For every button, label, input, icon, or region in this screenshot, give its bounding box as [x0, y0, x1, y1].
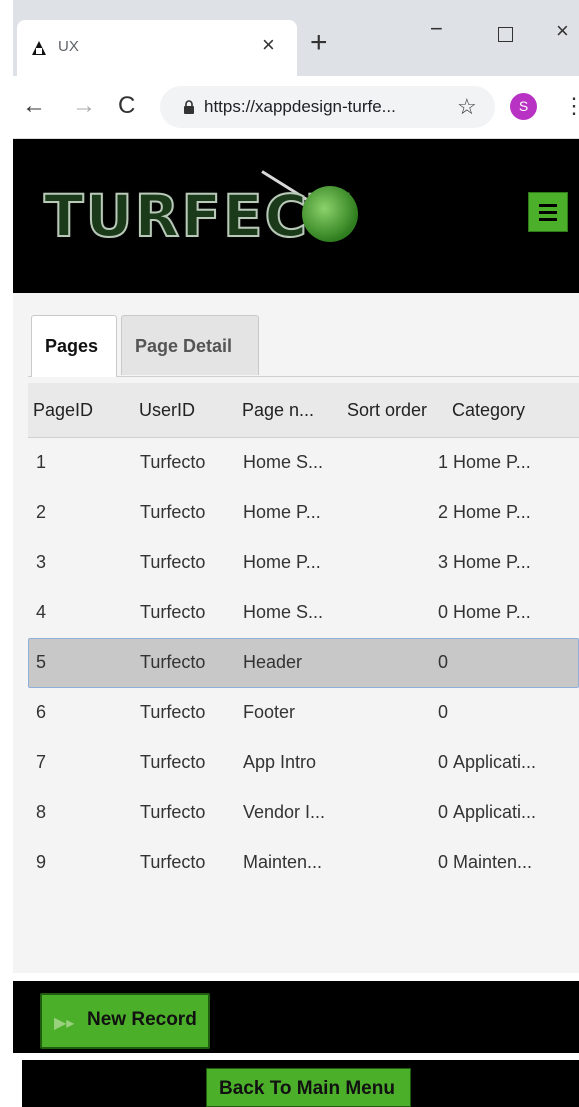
cell-userid: Turfecto — [140, 652, 206, 672]
new-tab-button[interactable]: + — [310, 28, 328, 58]
cell-sort-order: 1 — [438, 452, 449, 472]
browser-tab-title: UX — [58, 38, 79, 55]
window-minimize-button[interactable]: − — [430, 16, 443, 42]
cell-sort-order: 0 — [438, 852, 449, 872]
cell-page-name: Header — [243, 652, 303, 672]
cell-category: Mainten... — [453, 852, 533, 872]
cell-pageid: 9 — [36, 852, 47, 872]
add-record-icon: ▶▸ — [54, 1015, 75, 1032]
cell-pageid: 1 — [36, 452, 47, 472]
cell-page-name: Home P... — [243, 502, 321, 522]
table-row[interactable]: 3 Turfecto Home P... 3 Home P... — [28, 538, 579, 588]
column-header-sort-order[interactable]: Sort order — [347, 400, 427, 421]
table-row[interactable]: 6 Turfecto Footer 0 — [28, 688, 579, 738]
table-row[interactable]: 1 Turfecto Home S... 1 Home P... — [28, 438, 579, 488]
cell-page-name: Mainten... — [243, 852, 323, 872]
column-header-userid[interactable]: UserID — [139, 400, 195, 421]
cell-userid: Turfecto — [140, 802, 206, 822]
tab-page-detail[interactable]: Page Detail — [121, 315, 259, 375]
cell-sort-order: 0 — [438, 652, 449, 672]
cell-userid: Turfecto — [140, 452, 206, 472]
reload-icon[interactable]: C — [118, 92, 135, 120]
cell-sort-order: 3 — [438, 552, 449, 572]
forward-arrow-icon[interactable]: → — [72, 92, 96, 120]
column-header-pageid[interactable]: PageID — [33, 400, 93, 421]
column-header-category[interactable]: Category — [452, 400, 525, 421]
hamburger-icon — [539, 211, 557, 214]
back-to-main-menu-label: Back To Main Menu — [219, 1078, 395, 1099]
cell-page-name: Home P... — [243, 552, 321, 572]
new-record-button[interactable]: ▶▸ New Record — [40, 993, 210, 1049]
cell-sort-order: 2 — [438, 502, 449, 522]
cell-category: Home P... — [453, 502, 531, 522]
table-row[interactable]: 2 Turfecto Home P... 2 Home P... — [28, 488, 579, 538]
new-record-label: New Record — [87, 1009, 197, 1030]
cell-category: Applicati... — [453, 802, 537, 822]
cell-page-name: Home S... — [243, 602, 324, 622]
cell-pageid: 5 — [36, 652, 47, 672]
cell-userid: Turfecto — [140, 852, 206, 872]
column-header-page-name[interactable]: Page n... — [242, 400, 314, 421]
table-row[interactable]: 8 Turfecto Vendor I... 0 Applicati... — [28, 788, 579, 838]
table-row[interactable]: 7 Turfecto App Intro 0 Applicati... — [28, 738, 579, 788]
browser-menu-icon[interactable]: ⋮ — [563, 93, 579, 119]
cell-userid: Turfecto — [140, 752, 206, 772]
cell-pageid: 8 — [36, 802, 47, 822]
cell-pageid: 4 — [36, 602, 47, 622]
window-maximize-button[interactable] — [498, 27, 513, 42]
cell-sort-order: 0 — [438, 602, 449, 622]
cell-userid: Turfecto — [140, 552, 206, 572]
lock-icon — [184, 100, 194, 114]
cell-category: Applicati... — [453, 752, 537, 772]
logo-turf-ball-icon — [302, 186, 358, 242]
table-row-selected[interactable]: 5 Turfecto Header 0 — [28, 638, 579, 688]
cell-page-name: Vendor I... — [243, 802, 326, 822]
cell-sort-order: 0 — [438, 802, 449, 822]
back-to-main-menu-button[interactable]: Back To Main Menu — [206, 1068, 411, 1107]
cell-pageid: 6 — [36, 702, 47, 722]
cell-category: Home P... — [453, 552, 531, 572]
cell-category: Home P... — [453, 452, 531, 472]
window-close-button[interactable]: × — [556, 18, 569, 44]
cell-pageid: 2 — [36, 502, 47, 522]
tab-close-icon[interactable]: × — [262, 34, 275, 56]
url-text[interactable]: https://xappdesign-turfe... — [204, 97, 396, 117]
cell-sort-order: 0 — [438, 752, 449, 772]
cell-page-name: App Intro — [243, 752, 317, 772]
hamburger-icon — [539, 218, 557, 221]
hamburger-icon — [539, 204, 557, 207]
cell-category: Home P... — [453, 602, 531, 622]
cell-pageid: 7 — [36, 752, 47, 772]
cell-pageid: 3 — [36, 552, 47, 572]
profile-avatar[interactable]: S — [510, 93, 537, 120]
tab-pages-label: Pages — [45, 336, 99, 356]
back-arrow-icon[interactable]: ← — [22, 92, 46, 120]
tab-page-detail-label: Page Detail — [135, 336, 233, 356]
cell-page-name: Footer — [243, 702, 296, 722]
tab-pages[interactable]: Pages — [31, 315, 117, 377]
bookmark-star-icon[interactable]: ☆ — [457, 94, 477, 120]
cell-userid: Turfecto — [140, 602, 206, 622]
cell-page-name: Home S... — [243, 452, 324, 472]
cell-userid: Turfecto — [140, 502, 206, 522]
table-row[interactable]: 9 Turfecto Mainten... 0 Mainten... — [28, 838, 579, 888]
hamburger-menu-button[interactable] — [528, 192, 568, 232]
cell-userid: Turfecto — [140, 702, 206, 722]
app-favicon-icon — [32, 41, 46, 55]
table-row[interactable]: 4 Turfecto Home S... 0 Home P... — [28, 588, 579, 638]
cell-sort-order: 0 — [438, 702, 449, 722]
